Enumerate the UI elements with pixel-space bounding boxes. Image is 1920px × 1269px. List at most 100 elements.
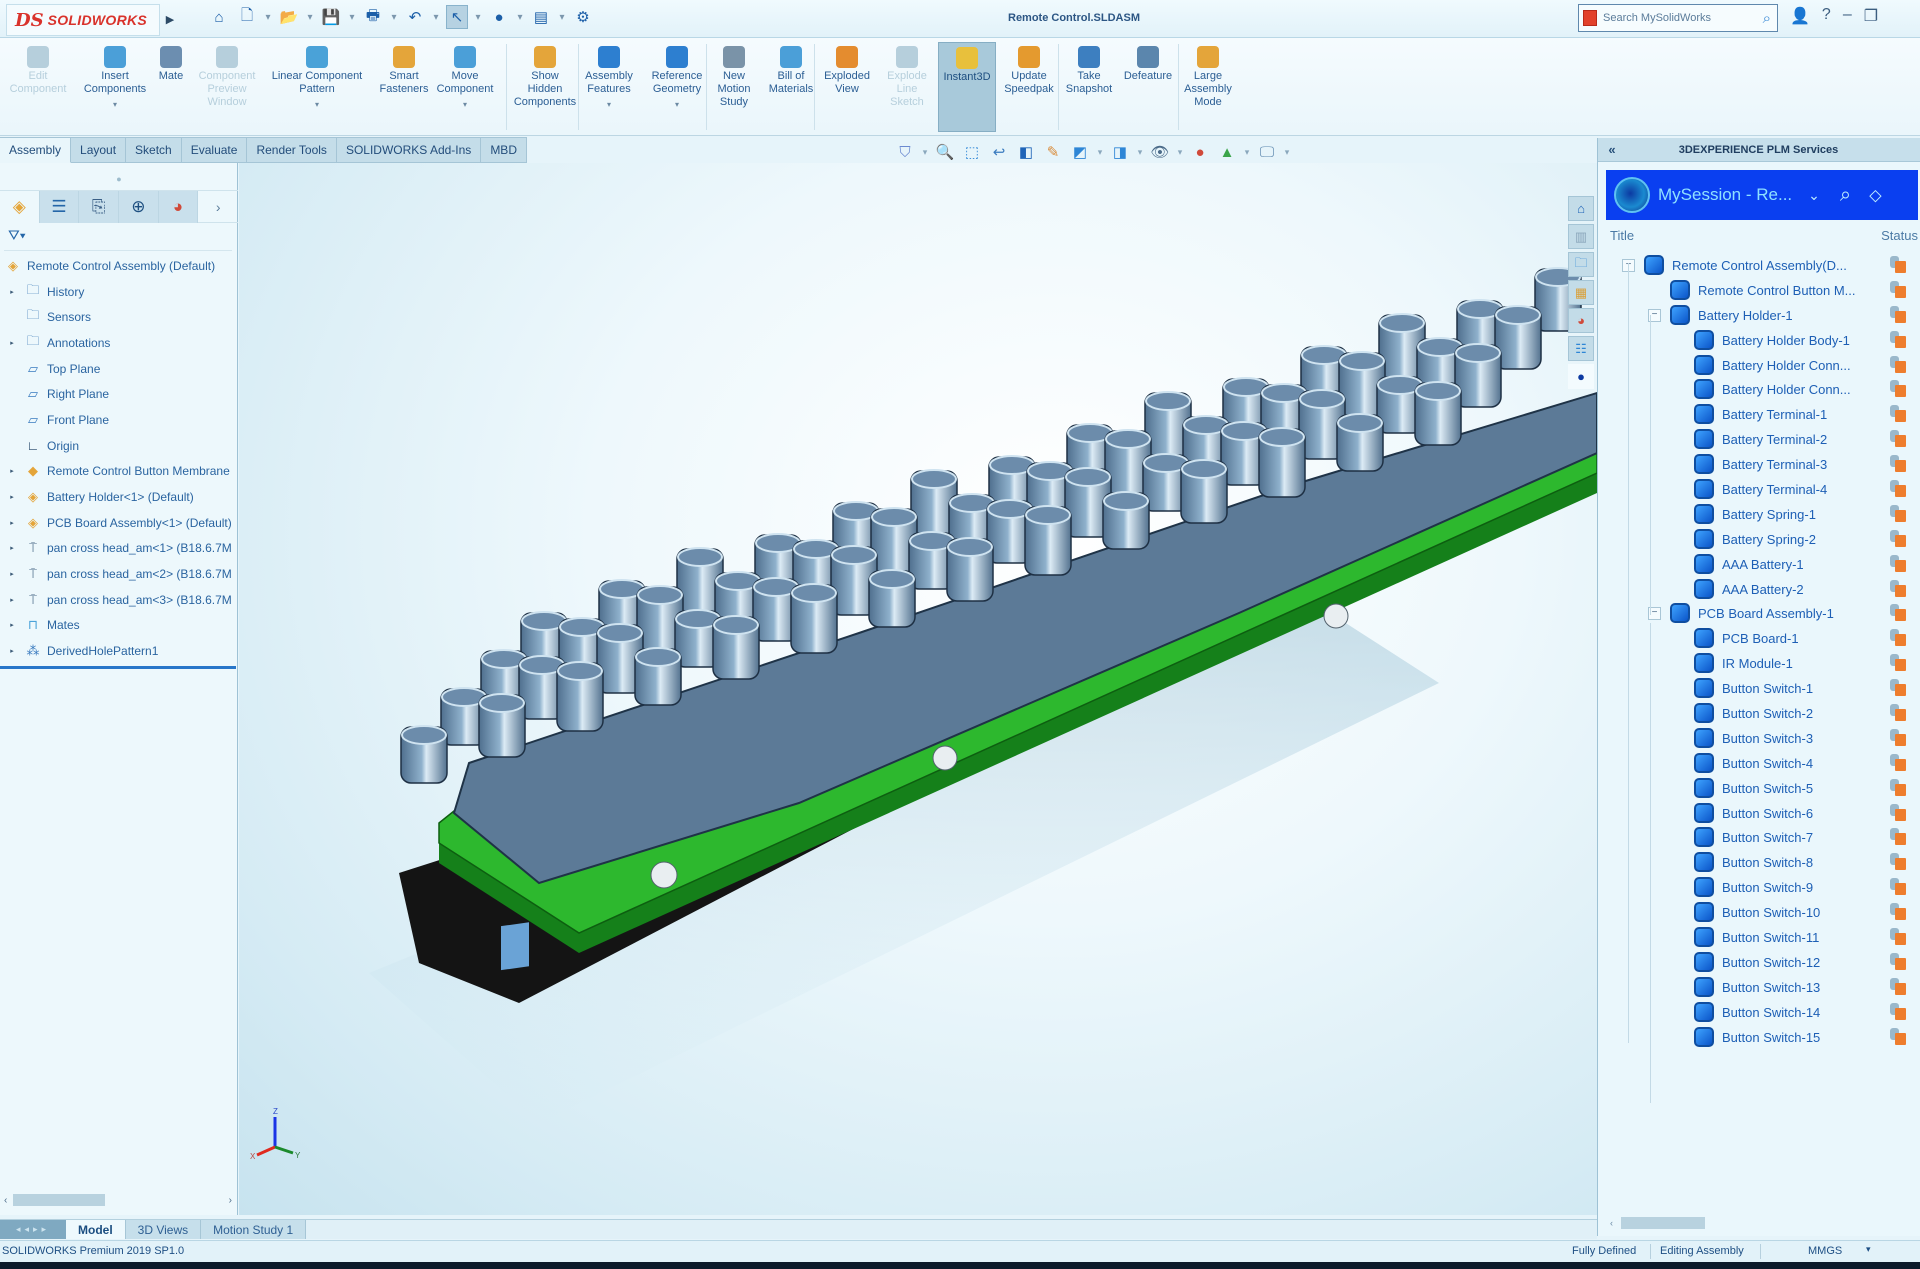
- feature-tree-item[interactable]: ▸ ⊓ Mates: [0, 613, 238, 639]
- plm-tree-item[interactable]: Battery Holder Body-1: [1598, 328, 1920, 353]
- plm-tree-item[interactable]: Battery Terminal-3: [1598, 452, 1920, 477]
- dropdown-arrow-icon[interactable]: ▾: [1284, 147, 1290, 158]
- expand-arrow-icon[interactable]: ▸: [0, 519, 24, 527]
- appearances-icon[interactable]: ◕: [1568, 308, 1594, 333]
- dropdown-arrow-icon[interactable]: ▾: [348, 12, 356, 23]
- feature-tree-item[interactable]: ▸ ◆ Remote Control Button Membrane: [0, 459, 238, 485]
- view-palette-icon[interactable]: ▦: [1568, 280, 1594, 305]
- scroll-thumb[interactable]: [13, 1194, 106, 1206]
- display-style-icon[interactable]: ◨: [1110, 143, 1130, 161]
- locked-status-icon[interactable]: [1890, 355, 1906, 374]
- tab-render-tools[interactable]: Render Tools: [247, 137, 337, 163]
- apply-scene-icon[interactable]: ▲: [1217, 144, 1237, 161]
- ribbon-button-new-motion-study[interactable]: New Motion Study: [712, 42, 756, 132]
- file-explorer-icon[interactable]: 🗀: [1568, 252, 1594, 277]
- ribbon-button-move-component[interactable]: Move Component ▾: [432, 42, 498, 132]
- save-icon[interactable]: 💾: [320, 5, 342, 29]
- plm-tree-item[interactable]: Button Switch-9: [1598, 875, 1920, 900]
- remote-control-3d-model[interactable]: [239, 163, 1597, 1215]
- graphics-area[interactable]: Z X Y: [239, 163, 1597, 1215]
- ribbon-button-show-hidden-components[interactable]: Show Hidden Components: [510, 42, 580, 132]
- print-icon[interactable]: 🖶: [362, 5, 384, 29]
- expand-arrow-icon[interactable]: ▸: [0, 493, 24, 501]
- 3dexperience-compass-icon[interactable]: [1614, 177, 1650, 213]
- units-dropdown-icon[interactable]: ▾: [1866, 1244, 1871, 1255]
- dropdown-arrow-icon[interactable]: ▾: [264, 12, 272, 23]
- ribbon-button-instant3d[interactable]: Instant3D: [938, 42, 996, 132]
- plm-tree-item[interactable]: Button Switch-1: [1598, 676, 1920, 701]
- locked-status-icon[interactable]: [1890, 903, 1906, 921]
- help-icon[interactable]: ?: [1822, 6, 1831, 26]
- bottom-tab-motion-study-1[interactable]: Motion Study 1: [201, 1220, 307, 1239]
- new-document-icon[interactable]: 🗋: [236, 5, 258, 29]
- 3dexperience-icon[interactable]: ●: [1568, 364, 1594, 389]
- search-icon[interactable]: ⌕: [1763, 10, 1771, 27]
- expand-arrow-icon[interactable]: ▸: [0, 339, 24, 347]
- dropdown-arrow-icon[interactable]: ▾: [675, 98, 679, 111]
- locked-status-icon[interactable]: [1890, 728, 1906, 747]
- search-mysolidworks-input[interactable]: Search MySolidWorks ⌕: [1578, 4, 1778, 32]
- section-view-icon[interactable]: ◧: [1016, 143, 1036, 161]
- locked-status-icon[interactable]: [1890, 1002, 1906, 1021]
- locked-status-icon[interactable]: [1890, 380, 1906, 398]
- plm-tree-item[interactable]: −Remote Control Assembly(D...: [1598, 253, 1920, 278]
- options-gear-icon[interactable]: ⚙: [572, 5, 594, 29]
- menu-expand-arrow-icon[interactable]: ▶: [162, 8, 178, 30]
- locked-status-icon[interactable]: [1890, 977, 1906, 996]
- rollback-bar[interactable]: [0, 666, 236, 669]
- expand-arrow-icon[interactable]: ▸: [0, 544, 24, 552]
- tag-icon[interactable]: ⬦: [1869, 185, 1882, 206]
- dropdown-arrow-icon[interactable]: ▾: [922, 147, 928, 158]
- locked-status-icon[interactable]: [1890, 778, 1906, 797]
- plm-tree-item[interactable]: Battery Spring-2: [1598, 527, 1920, 552]
- feature-tree-item[interactable]: ▸ ⍑ pan cross head_am<1> (B18.6.7M: [0, 536, 238, 562]
- select-cursor-icon[interactable]: ↖: [446, 5, 468, 29]
- ribbon-button-large-assembly-mode[interactable]: Large Assembly Mode: [1180, 42, 1236, 132]
- dimxpert-icon[interactable]: ⊕: [119, 191, 159, 223]
- 3d-library-icon[interactable]: ▥: [1568, 224, 1594, 249]
- locked-status-icon[interactable]: [1890, 803, 1906, 822]
- dropdown-arrow-icon[interactable]: ▾: [516, 12, 524, 23]
- tab-mbd[interactable]: MBD: [481, 137, 527, 163]
- expand-arrow-icon[interactable]: ▸: [0, 596, 24, 604]
- open-folder-icon[interactable]: 📂: [278, 5, 300, 29]
- zoom-to-fit-icon[interactable]: 🔍: [935, 143, 955, 161]
- plm-tree-item[interactable]: IR Module-1: [1598, 651, 1920, 676]
- locked-status-icon[interactable]: [1890, 1027, 1906, 1046]
- locked-status-icon[interactable]: [1890, 455, 1906, 473]
- locked-status-icon[interactable]: [1890, 604, 1906, 622]
- expand-arrow-icon[interactable]: ▸: [0, 647, 24, 655]
- plm-tree-item[interactable]: Remote Control Button M...: [1598, 278, 1920, 303]
- plm-tree-item[interactable]: − PCB Board Assembly-1: [1598, 601, 1920, 626]
- ribbon-button-defeature[interactable]: Defeature: [1120, 42, 1176, 132]
- plm-tree-item[interactable]: Button Switch-10: [1598, 900, 1920, 925]
- plm-tree-item[interactable]: Button Switch-3: [1598, 726, 1920, 751]
- expand-arrow-icon[interactable]: ▸: [0, 288, 24, 296]
- locked-status-icon[interactable]: [1890, 430, 1906, 448]
- dropdown-arrow-icon[interactable]: ▾: [463, 98, 467, 111]
- unit-system[interactable]: MMGS: [1808, 1245, 1842, 1257]
- dropdown-arrow-icon[interactable]: ▾: [474, 12, 482, 23]
- plm-tree-item[interactable]: Battery Terminal-4: [1598, 477, 1920, 502]
- feature-tree-item[interactable]: 🗀 Sensors: [0, 304, 238, 330]
- previous-view-icon[interactable]: ↩: [989, 143, 1009, 161]
- ribbon-button-linear-component-pattern[interactable]: Linear Component Pattern ▾: [262, 42, 372, 132]
- scroll-thumb[interactable]: [1621, 1217, 1705, 1229]
- tab-solidworks-add-ins[interactable]: SOLIDWORKS Add-Ins: [336, 137, 482, 163]
- tab-navigation-arrows[interactable]: ◂◂▸▸: [0, 1220, 66, 1239]
- locked-status-icon[interactable]: [1890, 753, 1906, 772]
- ribbon-button-reference-geometry[interactable]: Reference Geometry ▾: [646, 42, 708, 132]
- panel-drag-handle[interactable]: ●: [0, 167, 238, 191]
- dropdown-arrow-icon[interactable]: ▾: [432, 12, 440, 23]
- plm-tree-item[interactable]: PCB Board-1: [1598, 626, 1920, 651]
- plm-tree-item[interactable]: Button Switch-6: [1598, 801, 1920, 826]
- expand-arrow-icon[interactable]: ▸: [0, 467, 24, 475]
- tab-assembly[interactable]: Assembly: [0, 137, 72, 163]
- view-settings-icon[interactable]: 🖵: [1257, 144, 1277, 161]
- plm-tree-item[interactable]: Button Switch-4: [1598, 751, 1920, 776]
- locked-status-icon[interactable]: [1890, 305, 1906, 324]
- feature-tree-item[interactable]: ▸ ⍑ pan cross head_am<3> (B18.6.7M: [0, 587, 238, 613]
- plm-tree-item[interactable]: Battery Terminal-2: [1598, 427, 1920, 452]
- user-account-icon[interactable]: 👤: [1790, 6, 1810, 26]
- ribbon-button-insert-components[interactable]: Insert Components ▾: [78, 42, 152, 132]
